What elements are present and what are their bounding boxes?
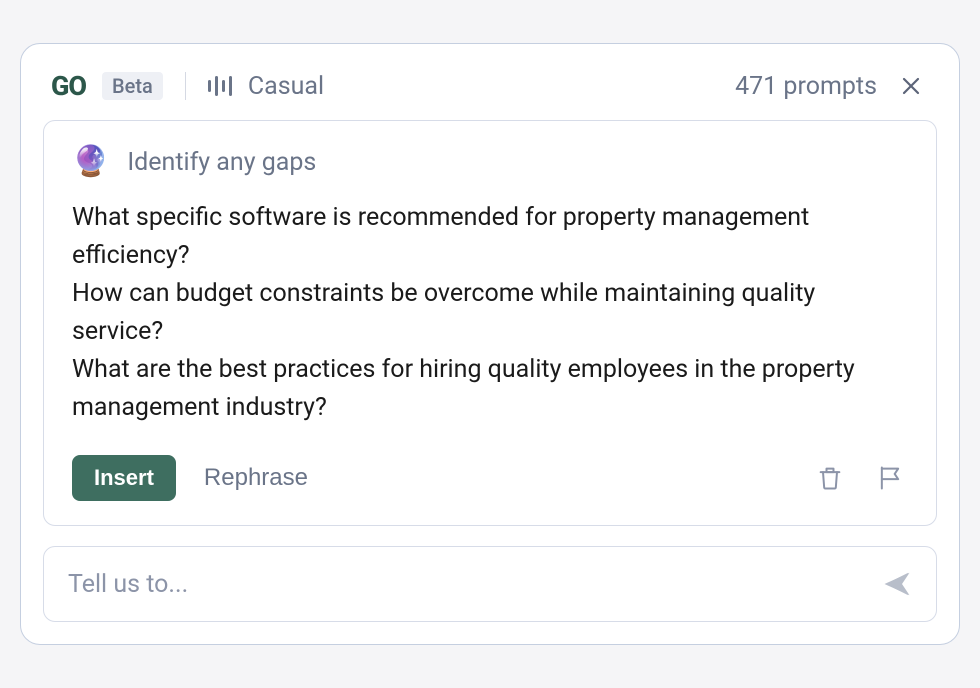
header-bar: GO Beta Casual 471 prompts — [43, 66, 937, 120]
card-title: Identify any gaps — [127, 148, 316, 177]
card-body-text: What specific software is recommended fo… — [72, 199, 908, 427]
tone-selector[interactable]: Casual — [248, 72, 324, 101]
prompt-count: 471 prompts — [735, 72, 877, 101]
app-logo: GO — [51, 70, 86, 102]
send-icon — [882, 569, 912, 599]
send-button[interactable] — [882, 569, 912, 599]
delete-button[interactable] — [812, 460, 848, 496]
beta-badge: Beta — [102, 72, 163, 100]
card-header: 🔮 Identify any gaps — [72, 147, 908, 177]
close-icon — [901, 76, 921, 96]
insert-button[interactable]: Insert — [72, 455, 176, 501]
equalizer-icon[interactable] — [208, 72, 232, 100]
crystal-ball-icon: 🔮 — [72, 147, 109, 177]
suggestion-card: 🔮 Identify any gaps What specific softwa… — [43, 120, 937, 526]
flag-icon — [876, 464, 904, 492]
input-row — [43, 546, 937, 622]
flag-button[interactable] — [872, 460, 908, 496]
close-button[interactable] — [893, 72, 929, 100]
card-actions: Insert Rephrase — [72, 455, 908, 501]
rephrase-button[interactable]: Rephrase — [200, 456, 312, 500]
trash-icon — [816, 464, 844, 492]
command-input[interactable] — [68, 570, 870, 599]
divider — [185, 72, 186, 100]
main-panel: GO Beta Casual 471 prompts 🔮 Identify an… — [20, 43, 960, 645]
